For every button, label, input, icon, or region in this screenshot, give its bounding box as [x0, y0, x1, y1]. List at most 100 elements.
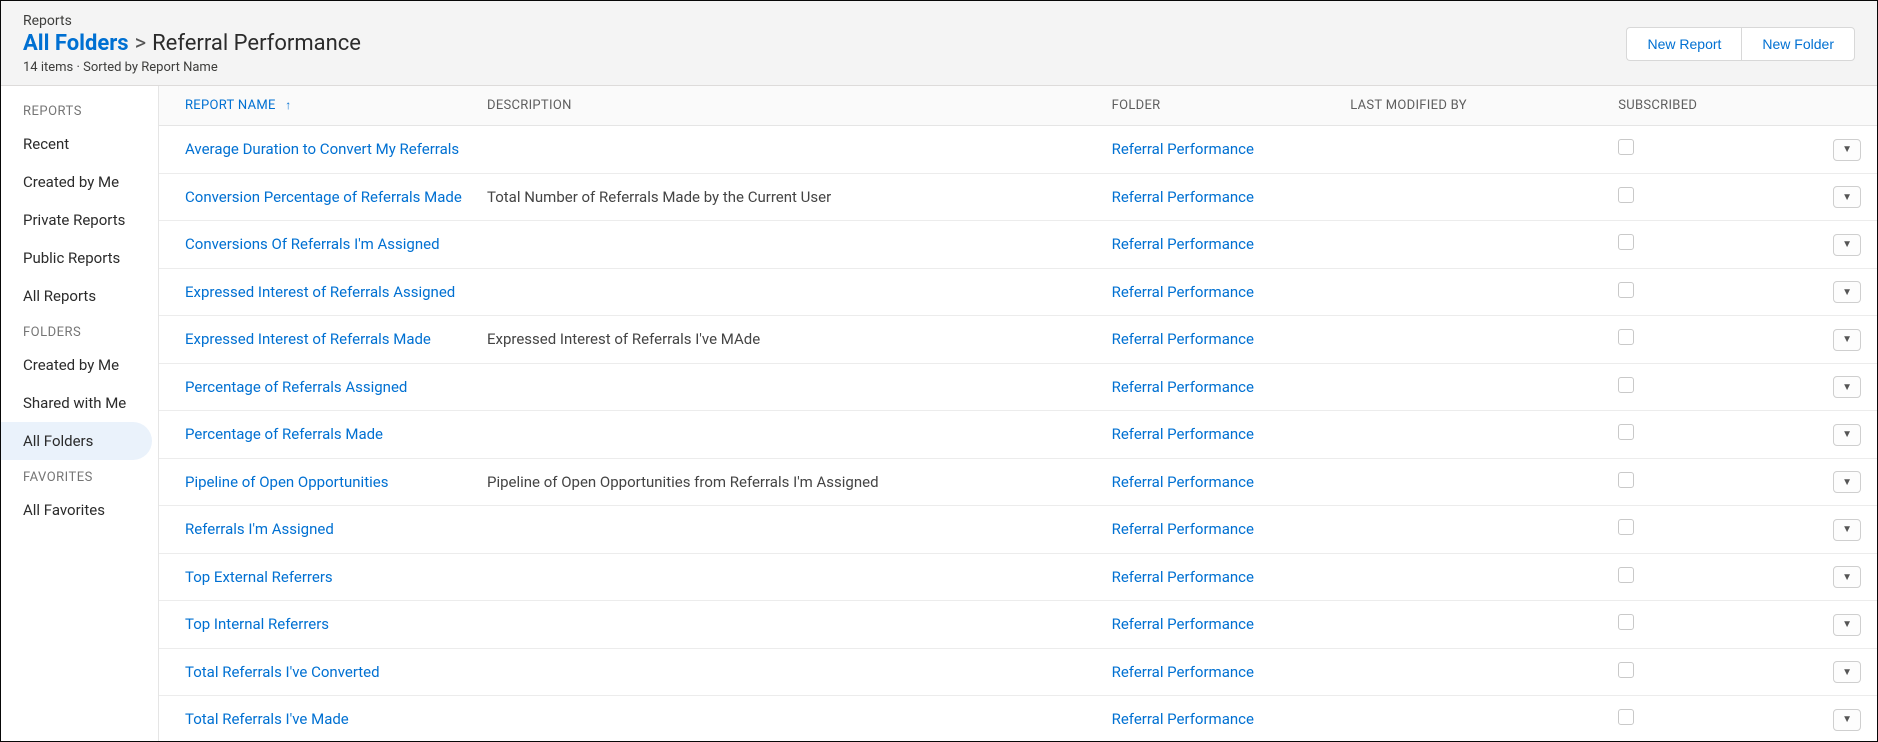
table-row: Top Internal Referrers Referral Performan…: [159, 601, 1877, 649]
subscribed-checkbox[interactable]: [1618, 329, 1634, 345]
report-folder-link[interactable]: Referral Performance: [1112, 235, 1254, 253]
report-modified-by: [1340, 316, 1608, 364]
report-modified-by: [1340, 458, 1608, 506]
header-eyebrow: Reports: [23, 13, 361, 29]
report-modified-by: [1340, 126, 1608, 174]
row-actions-menu-button[interactable]: ▼: [1833, 139, 1861, 161]
report-folder-link[interactable]: Referral Performance: [1112, 520, 1254, 538]
row-actions-menu-button[interactable]: ▼: [1833, 614, 1861, 636]
row-actions-menu-button[interactable]: ▼: [1833, 566, 1861, 588]
report-modified-by: [1340, 601, 1608, 649]
report-name-link[interactable]: Average Duration to Convert My Referrals: [185, 140, 459, 158]
row-actions-menu-button[interactable]: ▼: [1833, 471, 1861, 493]
subscribed-checkbox[interactable]: [1618, 282, 1634, 298]
report-name-link[interactable]: Referrals I'm Assigned: [185, 520, 334, 538]
sidebar-heading-folders: FOLDERS: [1, 315, 158, 346]
table-row: Percentage of Referrals Assigned Referral…: [159, 363, 1877, 411]
subscribed-checkbox[interactable]: [1618, 187, 1634, 203]
report-folder-link[interactable]: Referral Performance: [1112, 710, 1254, 728]
table-row: Expressed Interest of Referrals Assigned…: [159, 268, 1877, 316]
report-modified-by: [1340, 696, 1608, 742]
report-description: [477, 221, 1102, 269]
table-row: Average Duration to Convert My Referrals…: [159, 126, 1877, 174]
table-row: Referrals I'm Assigned Referral Performan…: [159, 506, 1877, 554]
report-folder-link[interactable]: Referral Performance: [1112, 473, 1254, 491]
row-actions-menu-button[interactable]: ▼: [1833, 661, 1861, 683]
report-name-link[interactable]: Conversion Percentage of Referrals Made: [185, 188, 462, 206]
new-report-button[interactable]: New Report: [1626, 27, 1741, 61]
header-meta: 14 items · Sorted by Report Name: [23, 60, 361, 75]
subscribed-checkbox[interactable]: [1618, 377, 1634, 393]
report-modified-by: [1340, 173, 1608, 221]
report-name-link[interactable]: Total Referrals I've Made: [185, 710, 349, 728]
column-header-actions: [1817, 86, 1877, 126]
subscribed-checkbox[interactable]: [1618, 567, 1634, 583]
row-actions-menu-button[interactable]: ▼: [1833, 234, 1861, 256]
table-row: Total Referrals I've Converted Referral P…: [159, 648, 1877, 696]
subscribed-checkbox[interactable]: [1618, 519, 1634, 535]
subscribed-checkbox[interactable]: [1618, 139, 1634, 155]
row-actions-menu-button[interactable]: ▼: [1833, 519, 1861, 541]
sidebar-item-reports-1[interactable]: Created by Me: [1, 163, 158, 201]
sidebar-heading-favorites: FAVORITES: [1, 460, 158, 491]
column-header-name[interactable]: REPORT NAME ↑: [159, 86, 477, 126]
sidebar-item-folders-0[interactable]: Created by Me: [1, 346, 158, 384]
report-name-link[interactable]: Percentage of Referrals Assigned: [185, 378, 407, 396]
breadcrumb-root-link[interactable]: All Folders: [23, 31, 129, 56]
row-actions-menu-button[interactable]: ▼: [1833, 709, 1861, 731]
report-name-link[interactable]: Conversions Of Referrals I'm Assigned: [185, 235, 440, 253]
report-folder-link[interactable]: Referral Performance: [1112, 663, 1254, 681]
new-folder-button[interactable]: New Folder: [1741, 27, 1855, 61]
report-name-link[interactable]: Expressed Interest of Referrals Assigned: [185, 283, 455, 301]
report-name-link[interactable]: Top External Referrers: [185, 568, 333, 586]
report-description: [477, 268, 1102, 316]
report-description: [477, 553, 1102, 601]
report-description: Pipeline of Open Opportunities from Refe…: [477, 458, 1102, 506]
row-actions-menu-button[interactable]: ▼: [1833, 329, 1861, 351]
report-description: Expressed Interest of Referrals I've MAd…: [477, 316, 1102, 364]
subscribed-checkbox[interactable]: [1618, 424, 1634, 440]
column-header-subscribed[interactable]: SUBSCRIBED: [1608, 86, 1817, 126]
column-header-folder[interactable]: FOLDER: [1102, 86, 1341, 126]
subscribed-checkbox[interactable]: [1618, 234, 1634, 250]
report-folder-link[interactable]: Referral Performance: [1112, 330, 1254, 348]
report-folder-link[interactable]: Referral Performance: [1112, 283, 1254, 301]
report-description: Total Number of Referrals Made by the Cu…: [477, 173, 1102, 221]
sidebar-item-reports-0[interactable]: Recent: [1, 125, 158, 163]
report-folder-link[interactable]: Referral Performance: [1112, 568, 1254, 586]
sidebar-item-reports-4[interactable]: All Reports: [1, 277, 158, 315]
report-name-link[interactable]: Expressed Interest of Referrals Made: [185, 330, 431, 348]
sidebar-item-favorites-0[interactable]: All Favorites: [1, 491, 158, 529]
report-modified-by: [1340, 363, 1608, 411]
subscribed-checkbox[interactable]: [1618, 614, 1634, 630]
subscribed-checkbox[interactable]: [1618, 662, 1634, 678]
report-name-link[interactable]: Percentage of Referrals Made: [185, 425, 383, 443]
subscribed-checkbox[interactable]: [1618, 709, 1634, 725]
row-actions-menu-button[interactable]: ▼: [1833, 424, 1861, 446]
report-name-link[interactable]: Pipeline of Open Opportunities: [185, 473, 388, 491]
report-folder-link[interactable]: Referral Performance: [1112, 615, 1254, 633]
column-header-description[interactable]: DESCRIPTION: [477, 86, 1102, 126]
row-actions-menu-button[interactable]: ▼: [1833, 281, 1861, 303]
subscribed-checkbox[interactable]: [1618, 472, 1634, 488]
table-row: Percentage of Referrals Made Referral Per…: [159, 411, 1877, 459]
report-folder-link[interactable]: Referral Performance: [1112, 140, 1254, 158]
table-row: Top External Referrers Referral Performan…: [159, 553, 1877, 601]
sidebar-item-folders-1[interactable]: Shared with Me: [1, 384, 158, 422]
report-folder-link[interactable]: Referral Performance: [1112, 425, 1254, 443]
row-actions-menu-button[interactable]: ▼: [1833, 186, 1861, 208]
sidebar-item-folders-2[interactable]: All Folders: [1, 422, 152, 460]
report-modified-by: [1340, 553, 1608, 601]
breadcrumb-current: Referral Performance: [152, 31, 361, 56]
sidebar-item-reports-2[interactable]: Private Reports: [1, 201, 158, 239]
report-name-link[interactable]: Top Internal Referrers: [185, 615, 329, 633]
table-row: Pipeline of Open Opportunities Pipeline o…: [159, 458, 1877, 506]
sidebar-item-reports-3[interactable]: Public Reports: [1, 239, 158, 277]
report-folder-link[interactable]: Referral Performance: [1112, 378, 1254, 396]
row-actions-menu-button[interactable]: ▼: [1833, 376, 1861, 398]
report-name-link[interactable]: Total Referrals I've Converted: [185, 663, 380, 681]
column-header-modified-by[interactable]: LAST MODIFIED BY: [1340, 86, 1608, 126]
report-folder-link[interactable]: Referral Performance: [1112, 188, 1254, 206]
sidebar: REPORTS RecentCreated by MePrivate Repor…: [1, 86, 159, 741]
report-description: [477, 506, 1102, 554]
